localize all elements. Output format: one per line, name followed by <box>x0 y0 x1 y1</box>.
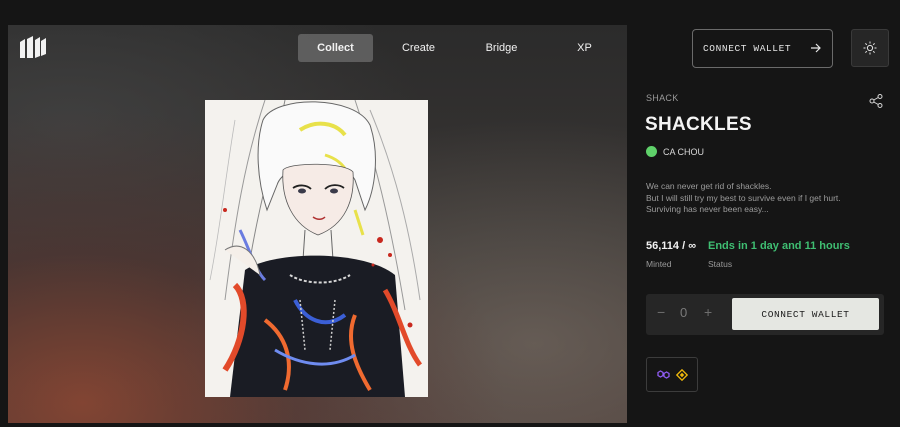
status-stat: Ends in 1 day and 11 hours Status <box>708 240 850 269</box>
share-icon[interactable] <box>869 94 883 108</box>
artwork-stage: Collect Create Bridge XP <box>8 25 627 423</box>
nav-xp[interactable]: XP <box>547 34 622 62</box>
nft-title: SHACKLES <box>645 114 752 135</box>
mint-panel: − 0 + CONNECT WALLET <box>646 294 884 335</box>
polygon-icon <box>656 370 670 379</box>
collection-name[interactable]: SHACK <box>646 93 679 103</box>
quantity-value[interactable]: 0 <box>680 305 687 320</box>
quantity-decrement-button[interactable]: − <box>657 304 665 320</box>
description-line: We can never get rid of shackles. <box>646 181 772 191</box>
creator-avatar <box>646 146 657 157</box>
minted-stat: 56,114 / ∞ Minted <box>646 240 696 269</box>
arrow-right-icon <box>811 43 821 53</box>
page: Collect Create Bridge XP CONNECT WALLET … <box>0 0 900 427</box>
supported-chains[interactable] <box>646 357 698 392</box>
nav-create[interactable]: Create <box>381 34 456 62</box>
status-label: Status <box>708 259 733 269</box>
nft-description: We can never get rid of shackles. But I … <box>646 181 886 216</box>
artwork-illustration <box>205 100 428 397</box>
connect-wallet-header-label: CONNECT WALLET <box>703 43 792 54</box>
quantity-increment-button[interactable]: + <box>704 304 712 320</box>
main-nav: Collect Create Bridge XP <box>298 34 627 62</box>
status-value: Ends in 1 day and 11 hours <box>708 240 850 252</box>
description-line: But I will still try my best to survive … <box>646 192 841 203</box>
nav-bridge[interactable]: Bridge <box>464 34 539 62</box>
theme-toggle-button[interactable] <box>851 29 889 67</box>
brand-logo-icon[interactable] <box>20 36 46 58</box>
creator-link[interactable]: CA CHOU <box>646 146 704 157</box>
connect-wallet-header-button[interactable]: CONNECT WALLET <box>692 29 833 68</box>
description-line: Surviving has never been easy... <box>646 204 769 214</box>
creator-name: CA CHOU <box>663 146 705 157</box>
nav-collect[interactable]: Collect <box>298 34 373 62</box>
minted-value: 56,114 / ∞ <box>646 240 697 252</box>
nft-artwork-image[interactable] <box>205 100 428 397</box>
sun-icon <box>863 41 877 55</box>
connect-wallet-mint-button[interactable]: CONNECT WALLET <box>732 298 879 330</box>
minted-label: Minted <box>646 259 672 269</box>
bnb-icon <box>675 368 688 381</box>
